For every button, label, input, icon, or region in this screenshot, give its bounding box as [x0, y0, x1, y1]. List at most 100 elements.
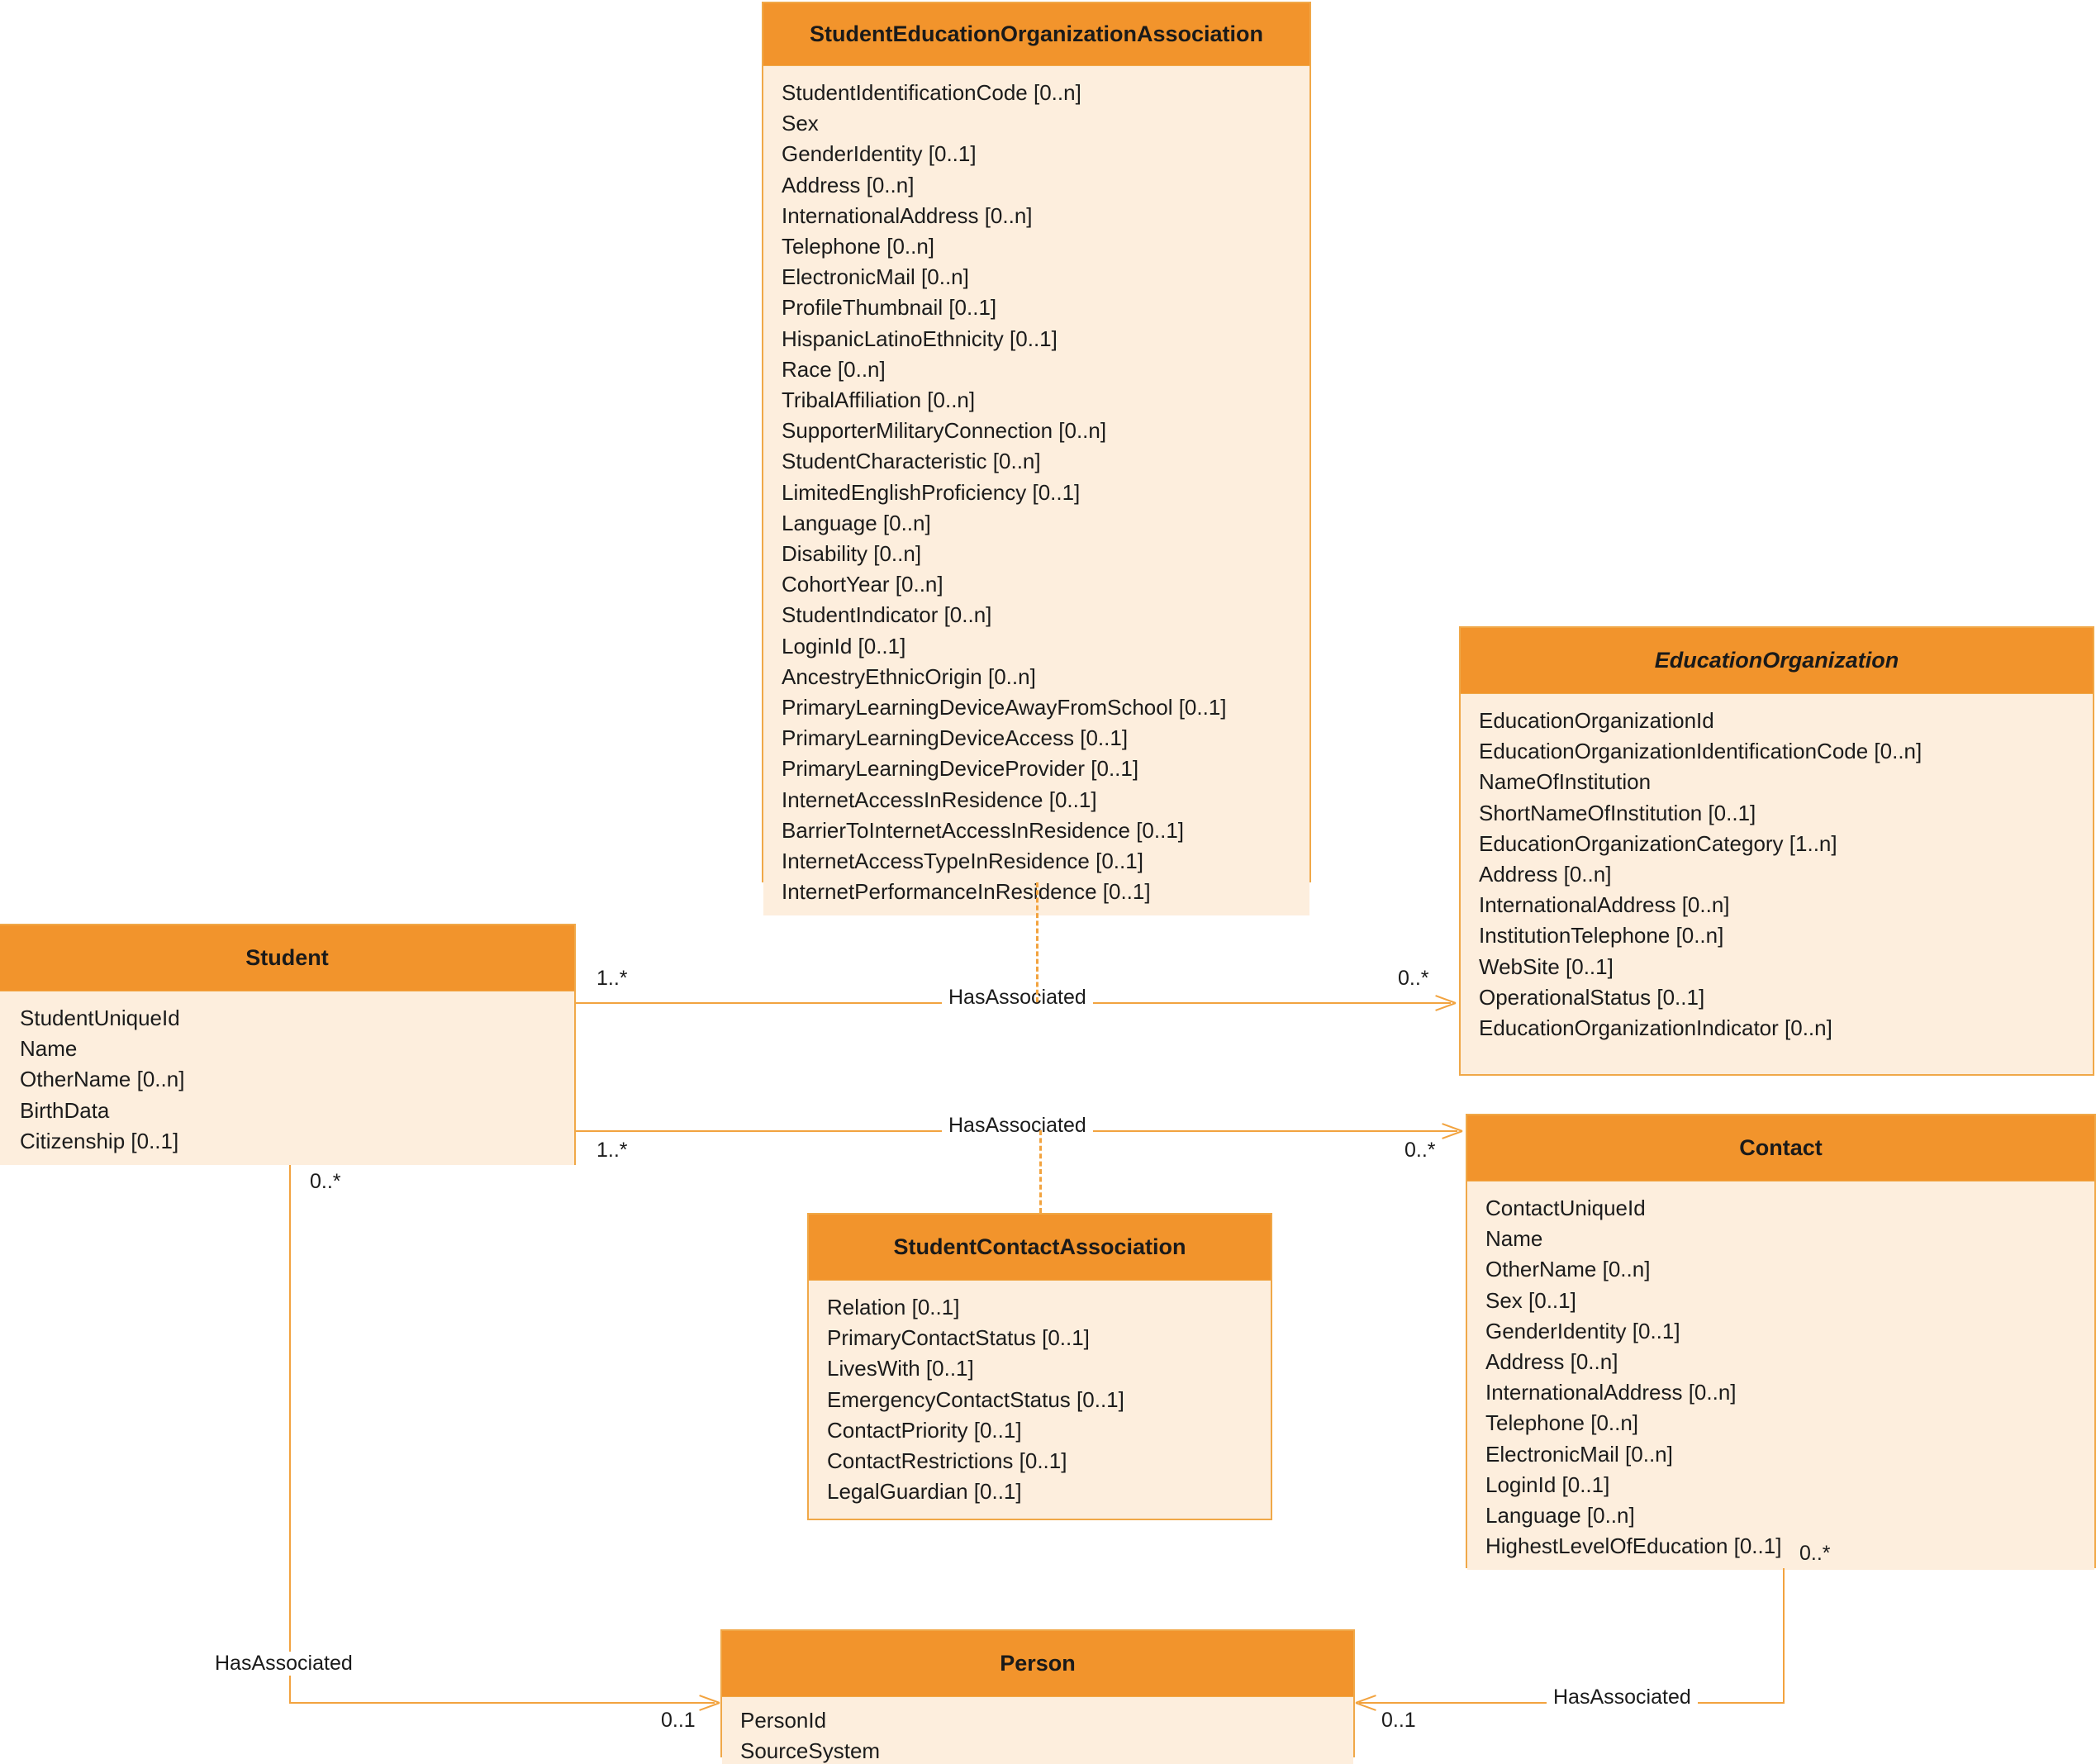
attribute-row: SourceSystem: [740, 1738, 881, 1764]
attribute-row: LoginId [0..1]: [782, 633, 906, 659]
relationship-label-contact-person: HasAssociated: [1547, 1686, 1698, 1709]
attribute-row: LegalGuardian [0..1]: [827, 1479, 1022, 1505]
association-link-student-edorg: [1036, 882, 1038, 1002]
attribute-row: Address [0..n]: [1479, 862, 1612, 887]
attribute-row: Sex [0..1]: [1485, 1287, 1576, 1313]
attribute-row: Address [0..n]: [782, 172, 915, 197]
attribute-list-student-contact-association: Relation [0..1] PrimaryContactStatus [0.…: [809, 1281, 1271, 1516]
relationship-label-student-contact: HasAssociated: [942, 1114, 1093, 1138]
attribute-row: GenderIdentity [0..1]: [1485, 1318, 1680, 1343]
attribute-row: HispanicLatinoEthnicity [0..1]: [782, 326, 1058, 351]
attribute-row: StudentIndicator [0..n]: [782, 602, 992, 628]
class-student[interactable]: Student StudentUniqueId Name OtherName […: [0, 924, 576, 1166]
attribute-row: LivesWith [0..1]: [827, 1356, 974, 1381]
attribute-row: Name: [1485, 1226, 1543, 1252]
attribute-row: BarrierToInternetAccessInResidence [0..1…: [782, 817, 1185, 843]
attribute-row: InternetPerformanceInResidence [0..1]: [782, 879, 1151, 905]
attribute-row: InternationalAddress [0..n]: [1479, 892, 1730, 918]
attribute-row: ContactRestrictions [0..1]: [827, 1448, 1067, 1474]
attribute-row: ContactPriority [0..1]: [827, 1417, 1022, 1443]
attribute-row: Telephone [0..n]: [1485, 1410, 1639, 1436]
attribute-row: EmergencyContactStatus [0..1]: [827, 1386, 1124, 1412]
multiplicity-student-person-source: 0..*: [310, 1170, 341, 1193]
attribute-row: Telephone [0..n]: [782, 234, 935, 259]
attribute-row: InstitutionTelephone [0..n]: [1479, 923, 1724, 949]
class-title-student-education-organization-association: StudentEducationOrganizationAssociation: [763, 3, 1309, 66]
attribute-row: Language [0..n]: [782, 510, 931, 535]
attribute-list-student-education-organization-association: StudentIdentificationCode [0..n] Sex Gen…: [763, 66, 1309, 916]
attribute-row: CohortYear [0..n]: [782, 572, 943, 597]
multiplicity-student-edorg-target: 0..*: [1398, 967, 1429, 990]
attribute-row: HighestLevelOfEducation [0..1]: [1485, 1533, 1782, 1559]
attribute-row: Relation [0..1]: [827, 1295, 960, 1319]
attribute-row: InternationalAddress [0..n]: [1485, 1380, 1737, 1405]
attribute-row: AncestryEthnicOrigin [0..n]: [782, 663, 1036, 689]
attribute-row: EducationOrganizationIdentificationCode …: [1479, 739, 1923, 764]
connector-student-to-person-horizontal: [289, 1702, 715, 1704]
attribute-row: Address [0..n]: [1485, 1349, 1618, 1375]
attribute-row: Disability [0..n]: [782, 541, 922, 567]
multiplicity-contact-person-source: 0..*: [1799, 1542, 1831, 1565]
multiplicity-student-person-target: 0..1: [661, 1709, 696, 1732]
attribute-row: GenderIdentity [0..1]: [782, 141, 977, 167]
class-title-contact: Contact: [1467, 1115, 2094, 1182]
attribute-row: SupporterMilitaryConnection [0..n]: [782, 418, 1107, 444]
attribute-row: StudentIdentificationCode [0..n]: [782, 80, 1081, 105]
attribute-row: Language [0..n]: [1485, 1503, 1635, 1529]
attribute-row: ElectronicMail [0..n]: [782, 264, 969, 290]
attribute-row: InternetAccessInResidence [0..1]: [782, 787, 1097, 812]
attribute-row: TribalAffiliation [0..n]: [782, 388, 976, 413]
attribute-row: OtherName [0..n]: [1485, 1257, 1651, 1282]
attribute-row: NameOfInstitution: [1479, 769, 1652, 795]
multiplicity-student-contact-source: 1..*: [596, 1139, 628, 1162]
class-student-contact-association[interactable]: StudentContactAssociation Relation [0..1…: [807, 1213, 1272, 1520]
class-title-education-organization: EducationOrganization: [1461, 628, 2093, 694]
class-title-student: Student: [0, 925, 574, 991]
attribute-row: BirthData: [20, 1097, 110, 1123]
class-title-person: Person: [722, 1631, 1353, 1697]
uml-diagram-canvas: StudentEducationOrganizationAssociation …: [0, 0, 2096, 1764]
attribute-row: Sex: [782, 111, 819, 136]
class-student-education-organization-association[interactable]: StudentEducationOrganizationAssociation …: [762, 2, 1311, 916]
attribute-row: OperationalStatus [0..1]: [1479, 984, 1705, 1010]
attribute-row: PrimaryLearningDeviceProvider [0..1]: [782, 756, 1139, 782]
association-link-student-contact: [1039, 1130, 1042, 1213]
attribute-row: EducationOrganizationIndicator [0..n]: [1479, 1015, 1832, 1041]
attribute-row: ContactUniqueId: [1485, 1196, 1646, 1220]
class-contact[interactable]: Contact ContactUniqueId Name OtherName […: [1466, 1114, 2096, 1571]
attribute-row: PrimaryLearningDeviceAwayFromSchool [0..…: [782, 695, 1227, 720]
attribute-row: StudentUniqueId: [20, 1006, 180, 1030]
attribute-list-education-organization: EducationOrganizationId EducationOrganiz…: [1461, 694, 2093, 1053]
relationship-label-student-edorg: HasAssociated: [942, 986, 1093, 1010]
attribute-row: Race [0..n]: [782, 356, 886, 382]
attribute-row: WebSite [0..1]: [1479, 953, 1614, 979]
attribute-row: StudentCharacteristic [0..n]: [782, 449, 1041, 474]
class-education-organization[interactable]: EducationOrganization EducationOrganizat…: [1459, 626, 2094, 1076]
attribute-list-person: PersonId SourceSystem: [722, 1697, 1353, 1764]
relationship-label-student-person: HasAssociated: [208, 1652, 359, 1676]
attribute-row: LimitedEnglishProficiency [0..1]: [782, 479, 1081, 505]
connector-student-to-person-vertical: [289, 1165, 291, 1702]
attribute-row: PersonId: [740, 1708, 827, 1733]
class-title-student-contact-association: StudentContactAssociation: [809, 1215, 1271, 1281]
attribute-list-contact: ContactUniqueId Name OtherName [0..n] Se…: [1467, 1182, 2094, 1571]
attribute-row: InternetAccessTypeInResidence [0..1]: [782, 849, 1143, 874]
attribute-row: ProfileThumbnail [0..1]: [782, 295, 997, 321]
attribute-list-student: StudentUniqueId Name OtherName [0..n] Bi…: [0, 991, 574, 1166]
attribute-row: LoginId [0..1]: [1485, 1472, 1610, 1497]
multiplicity-student-edorg-source: 1..*: [596, 967, 628, 990]
attribute-row: Citizenship [0..1]: [20, 1128, 179, 1153]
attribute-row: PrimaryContactStatus [0..1]: [827, 1325, 1090, 1351]
attribute-row: OtherName [0..n]: [20, 1067, 185, 1092]
attribute-row: ShortNameOfInstitution [0..1]: [1479, 800, 1756, 825]
attribute-row: ElectronicMail [0..n]: [1485, 1441, 1673, 1467]
class-person[interactable]: Person PersonId SourceSystem: [720, 1629, 1355, 1764]
attribute-row: Name: [20, 1036, 78, 1062]
attribute-row: InternationalAddress [0..n]: [782, 202, 1033, 228]
connector-contact-to-person-vertical: [1783, 1568, 1785, 1703]
attribute-row: EducationOrganizationId: [1479, 708, 1714, 733]
multiplicity-student-contact-target: 0..*: [1404, 1139, 1436, 1162]
attribute-row: EducationOrganizationCategory [1..n]: [1479, 830, 1837, 856]
attribute-row: PrimaryLearningDeviceAccess [0..1]: [782, 725, 1129, 751]
multiplicity-contact-person-target: 0..1: [1381, 1709, 1416, 1732]
